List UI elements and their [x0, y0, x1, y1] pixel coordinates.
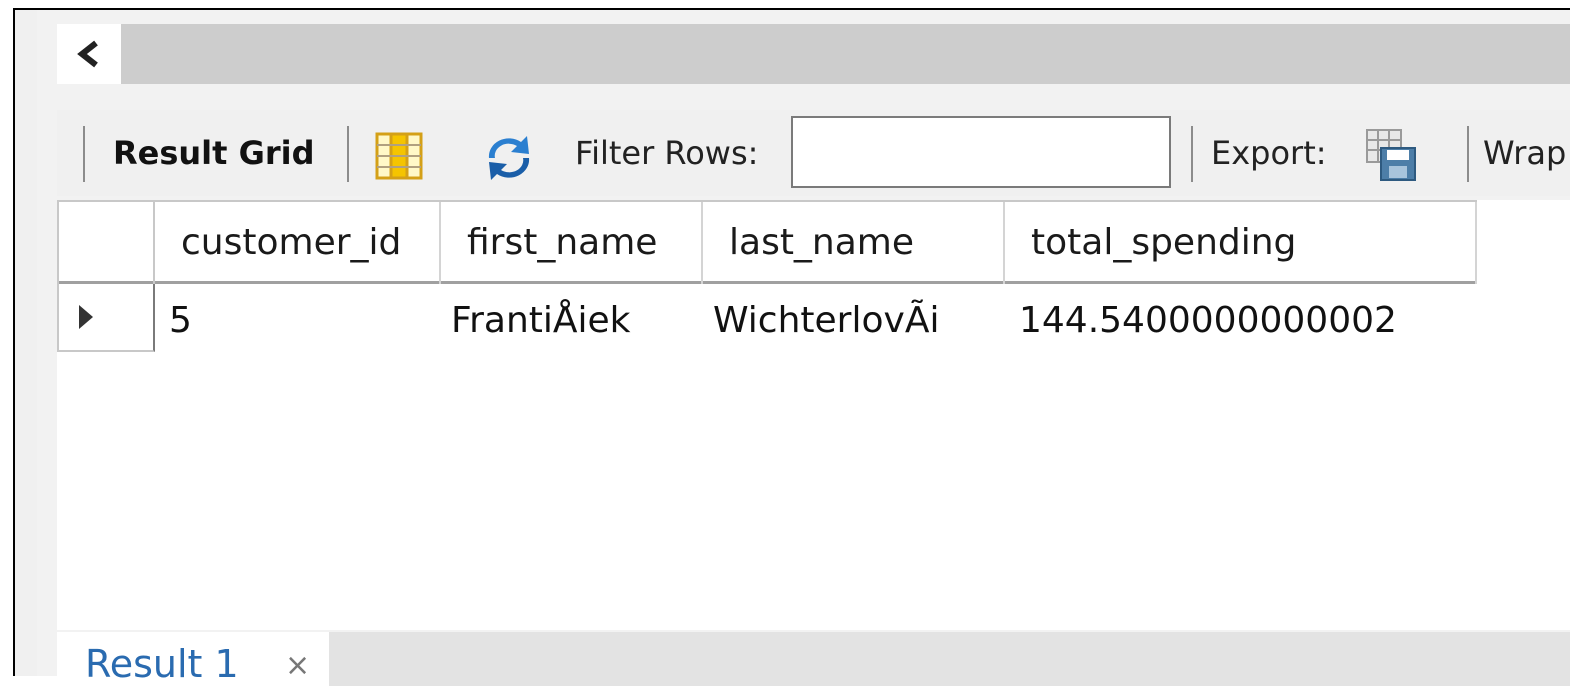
row-selector[interactable]: [57, 284, 155, 352]
wrap-cell-content-label[interactable]: Wrap: [1483, 110, 1566, 196]
chevron-left-icon: [77, 40, 98, 68]
result-toolbar: Result Grid Filter Rows: Export: Wrap: [57, 110, 1570, 196]
column-header-customer-id[interactable]: customer_id: [155, 202, 441, 284]
grid-header: customer_id first_name last_name total_s…: [57, 200, 1477, 284]
tab-result-1[interactable]: Result 1 ×: [57, 632, 329, 686]
scroll-left-button[interactable]: [57, 24, 121, 84]
scroll-track[interactable]: [121, 24, 1570, 84]
tab-label: Result 1: [85, 642, 239, 686]
toolbar-separator: [1467, 126, 1469, 182]
left-rail: [15, 10, 37, 676]
toolbar-separator: [1191, 126, 1193, 182]
column-header-first-name[interactable]: first_name: [441, 202, 703, 284]
cell-last-name[interactable]: WichterlovÃi: [713, 284, 939, 352]
close-icon[interactable]: ×: [285, 648, 310, 683]
result-grid[interactable]: customer_id first_name last_name total_s…: [57, 200, 1570, 630]
refresh-icon[interactable]: [481, 134, 537, 182]
toolbar-separator: [83, 126, 85, 182]
cell-customer-id[interactable]: 5: [169, 284, 192, 352]
filter-rows-input[interactable]: [791, 116, 1171, 188]
row-header-corner: [57, 202, 155, 284]
filter-rows-label: Filter Rows:: [575, 134, 759, 172]
column-header-last-name[interactable]: last_name: [703, 202, 1005, 284]
table-row[interactable]: 5 FrantiÅiek WichterlovÃi 144.5400000000…: [57, 284, 1477, 352]
result-grid-button[interactable]: Result Grid: [113, 110, 315, 196]
cell-total-spending[interactable]: 144.5400000000002: [1019, 284, 1397, 352]
cell-first-name[interactable]: FrantiÅiek: [451, 284, 631, 352]
result-tabstrip: Result 1 ×: [57, 632, 1570, 686]
tabstrip-empty-area: [329, 632, 1570, 686]
current-row-arrow-icon: [79, 305, 93, 329]
column-header-total-spending[interactable]: total_spending: [1005, 202, 1477, 284]
sql-result-panel: Result Grid Filter Rows: Export: Wrap cu…: [13, 8, 1570, 686]
toolbar-separator: [347, 126, 349, 182]
horizontal-scrollbar[interactable]: [57, 24, 1570, 84]
export-save-icon[interactable]: [1365, 128, 1417, 182]
export-label: Export:: [1211, 134, 1327, 172]
form-editor-icon[interactable]: [375, 132, 423, 180]
